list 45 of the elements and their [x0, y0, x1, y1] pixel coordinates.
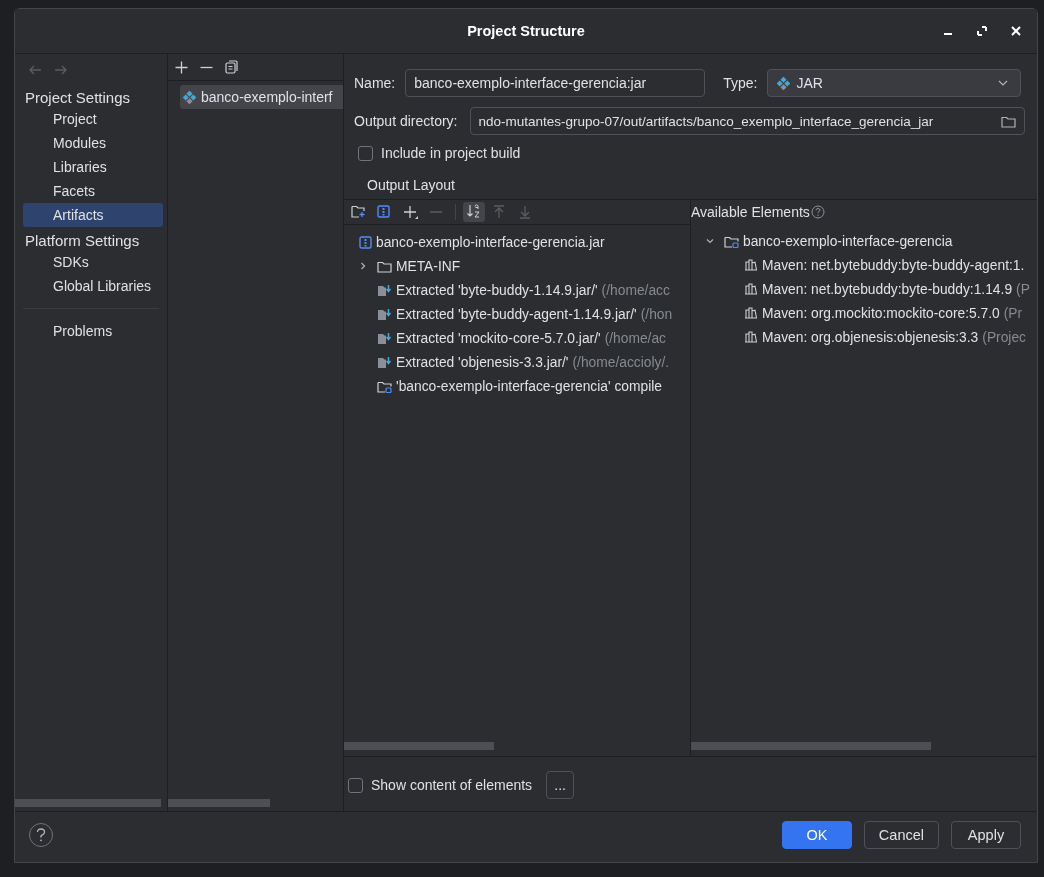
section-heading: Project Settings [24, 89, 132, 107]
tree-item[interactable]: Maven: org.mockito:mockito-core:5.7.0 [762, 305, 1000, 321]
sidebar-item[interactable]: SDKs [23, 250, 163, 274]
tree-item[interactable]: 'banco-exemplo-interface-gerencia' compile [396, 378, 662, 394]
section-title: Output Layout [366, 176, 456, 195]
sidebar-item[interactable]: Artifacts [23, 203, 163, 227]
tree-item[interactable]: Extracted 'byte-buddy-1.14.9.jar/' [396, 282, 598, 298]
tree-item[interactable]: Maven: net.bytebuddy:byte-buddy-agent:1. [762, 257, 1025, 273]
dialog-button[interactable]: Cancel [863, 821, 939, 849]
type-dropdown[interactable]: JAR [767, 69, 1021, 97]
sidebar-item[interactable]: Global Libraries [23, 274, 163, 298]
scope-hint: (Projec [982, 329, 1026, 345]
checkbox-label: Include in project build [381, 145, 521, 161]
more-button[interactable]: ... [546, 771, 575, 799]
tree-item[interactable]: Maven: org.objenesis:objenesis:3.3 [762, 329, 979, 345]
tree-item[interactable]: banco-exemplo-interface-gerencia [743, 233, 953, 249]
section-heading: Platform Settings [24, 232, 141, 250]
artifact-item[interactable]: banco-exemplo-interf [180, 85, 343, 109]
tree-item[interactable]: Extracted 'mockito-core-5.7.0.jar/' [396, 330, 601, 346]
path-hint: (/home/acc [601, 282, 670, 298]
tree-item[interactable]: Maven: net.bytebuddy:byte-buddy:1.14.9 [762, 281, 1013, 297]
window-title: Project Structure [467, 23, 585, 39]
sidebar-item[interactable]: Problems [23, 319, 163, 343]
path-hint: (/home/ac [604, 330, 666, 346]
ok-button[interactable]: OK [781, 821, 852, 849]
sidebar-item[interactable]: Modules [23, 131, 163, 155]
tree-item[interactable]: Extracted 'objenesis-3.3.jar/' [396, 354, 569, 370]
name-field[interactable]: banco-exemplo-interface-gerencia:jar [405, 69, 706, 97]
field-label: Output directory: [354, 113, 458, 129]
sidebar-item[interactable]: Project [23, 107, 163, 131]
sidebar-item[interactable]: Facets [23, 179, 163, 203]
tree-item[interactable]: META-INF [396, 258, 461, 274]
section-title: Available Elements [691, 204, 810, 220]
path-hint: (/home/accioly/. [572, 354, 670, 370]
scope-hint: (Pr [1003, 305, 1023, 321]
field-label: Name: [354, 75, 396, 91]
tree-item[interactable]: Extracted 'byte-buddy-agent-1.14.9.jar/' [396, 306, 637, 322]
path-hint: (/hon [640, 306, 673, 322]
dialog-button[interactable]: Apply [951, 821, 1021, 849]
checkbox-label: Show content of elements [371, 777, 533, 793]
field-label: Type: [723, 75, 758, 91]
output-directory-field[interactable]: ndo-mutantes-grupo-07/out/artifacts/banco_exemplo_interface_gerencia_jar [469, 107, 1025, 135]
sidebar-item[interactable]: Libraries [23, 155, 163, 179]
tree-item[interactable]: banco-exemplo-interface-gerencia.jar [376, 234, 605, 250]
scope-hint: (P [1016, 281, 1030, 297]
